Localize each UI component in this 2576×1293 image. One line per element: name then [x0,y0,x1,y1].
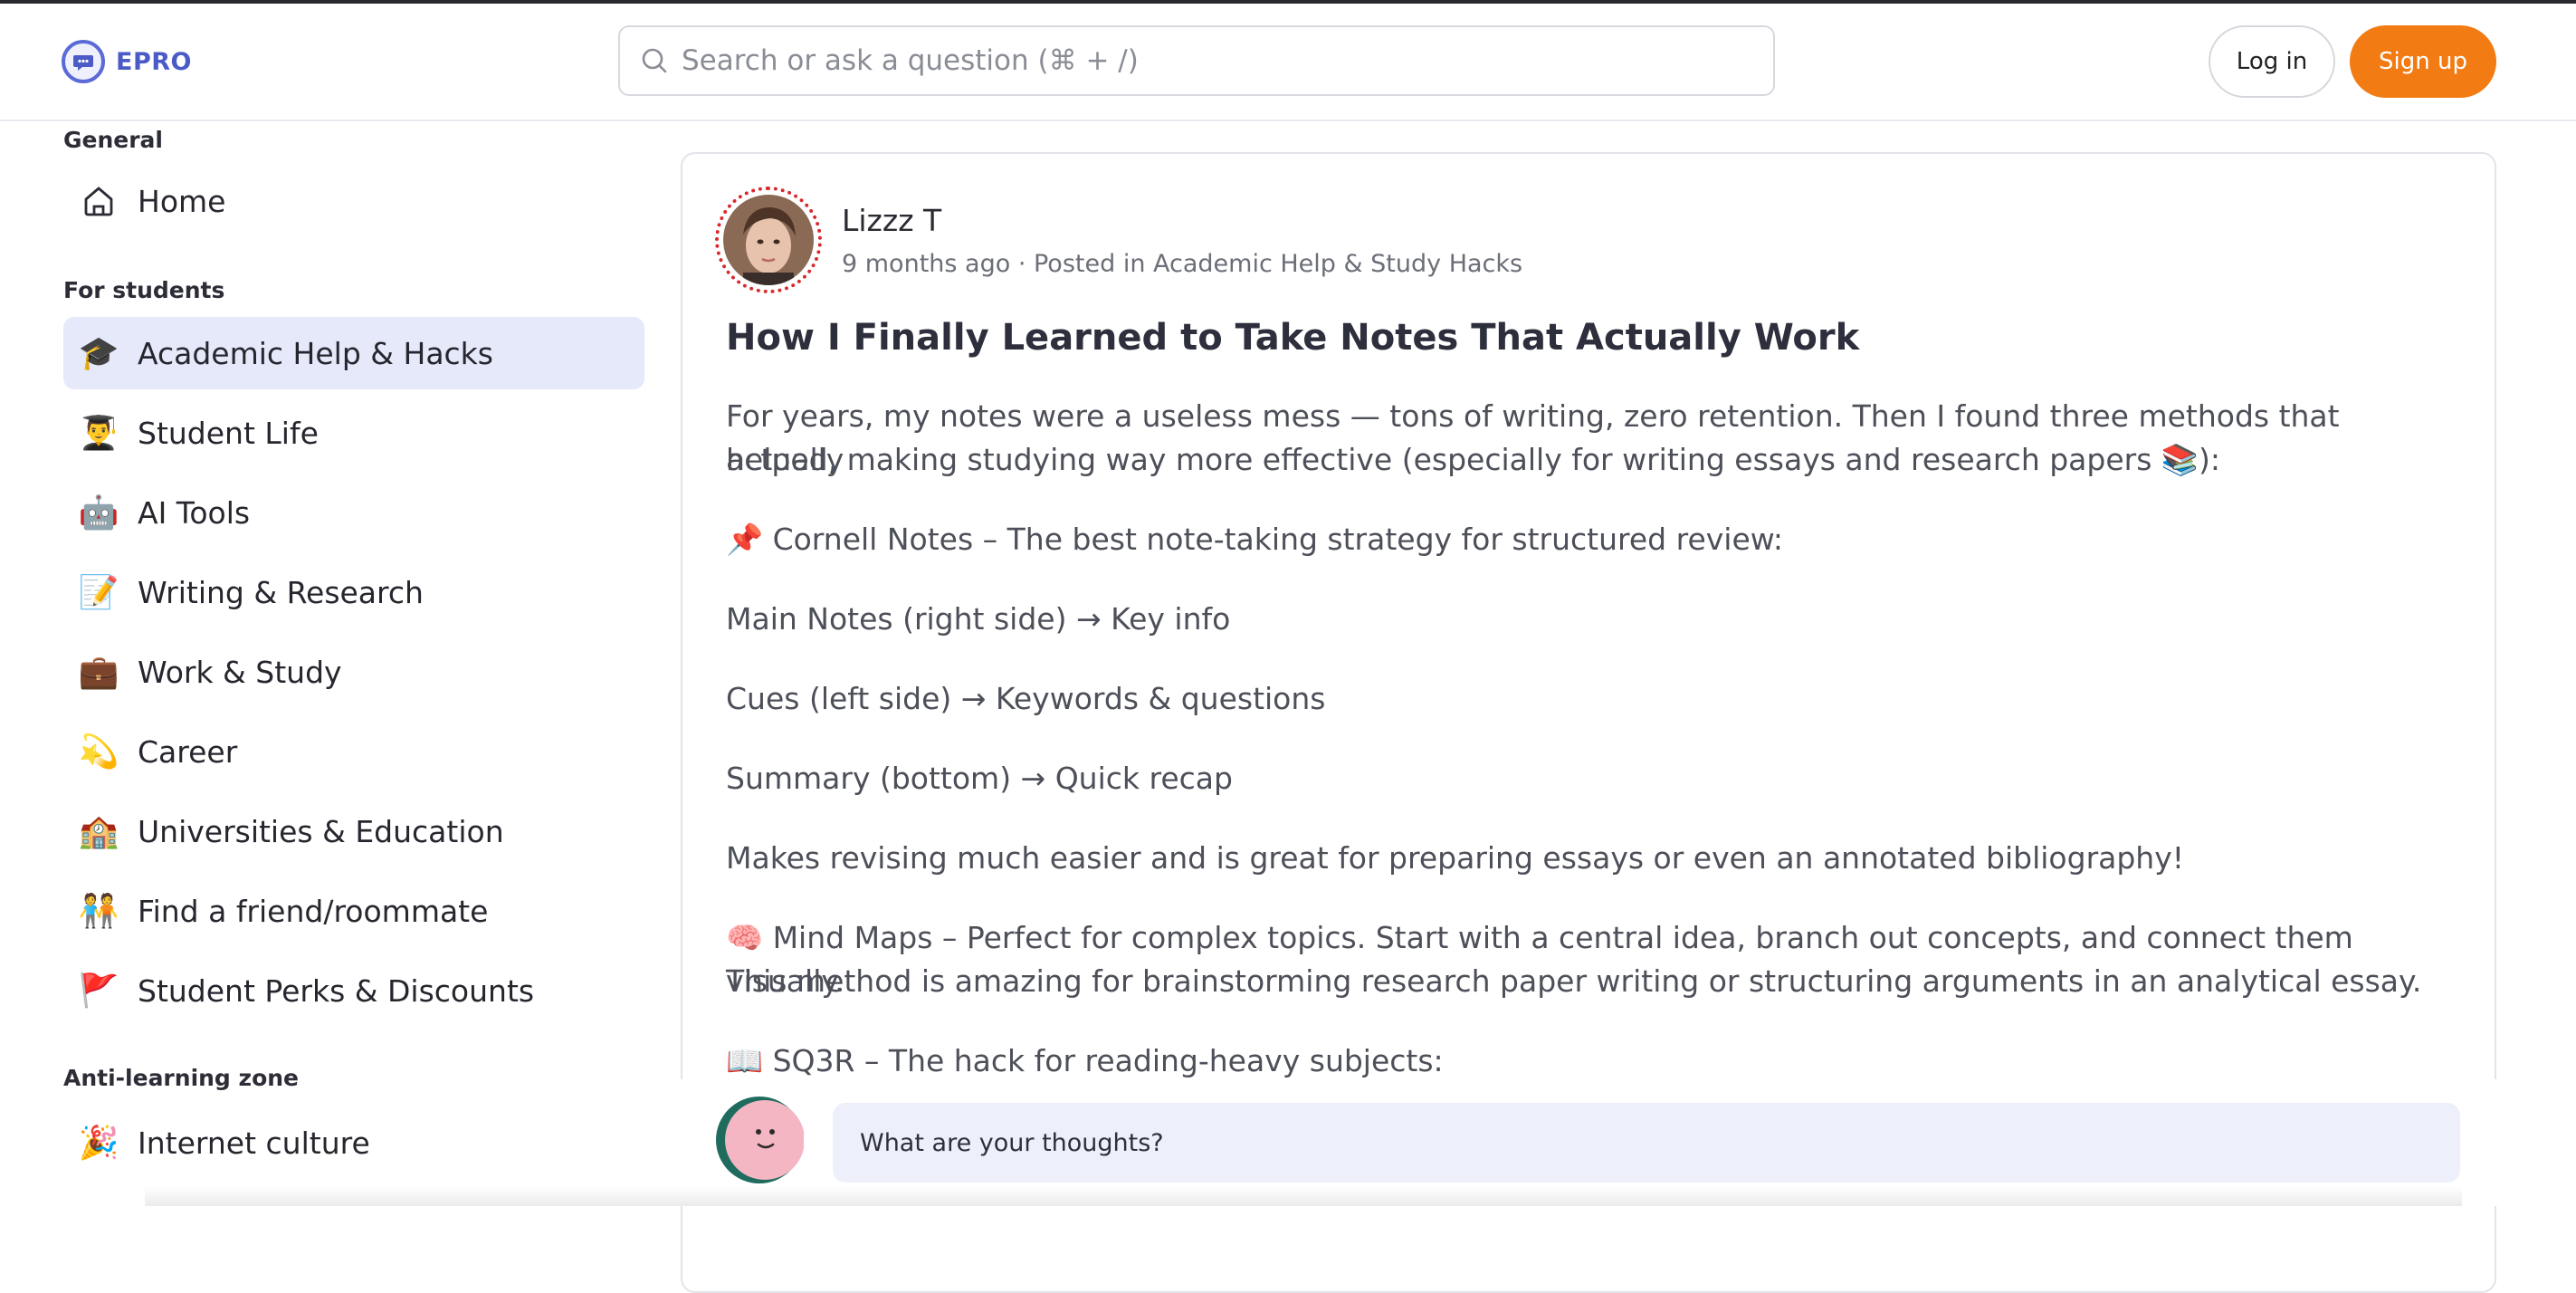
briefcase-icon: 💼 [78,654,119,691]
section-title-general: General [63,127,163,153]
sidebar-item-label: Home [138,183,226,219]
sidebar-item-label: Career [138,733,238,770]
home-icon [76,178,121,224]
sidebar-item-work-study[interactable]: 💼 Work & Study [63,636,644,708]
student-icon: 👨‍🎓 [78,415,119,452]
avatar [723,195,814,285]
sidebar-item-label: Work & Study [138,654,342,690]
author-name[interactable]: Lizzz T [842,203,941,238]
post-summary: Summary (bottom) → Quick recap [726,761,1233,796]
post-main-notes: Main Notes (right side) → Key info [726,601,1231,637]
section-title-students: For students [63,277,225,303]
sidebar-item-career[interactable]: 💫 Career [63,715,644,788]
sidebar-item-student-life[interactable]: 👨‍🎓 Student Life [63,397,644,469]
section-title-anti-learning: Anti-learning zone [63,1065,300,1091]
dizzy-star-icon: 💫 [78,733,119,771]
sidebar-item-label: Universities & Education [138,813,504,849]
login-button[interactable]: Log in [2209,25,2335,98]
comment-input[interactable] [833,1103,2460,1183]
search-input[interactable] [680,43,1751,78]
search-box[interactable] [618,25,1775,96]
sidebar-item-find-friend[interactable]: 🧑‍🤝‍🧑 Find a friend/roommate [63,875,644,947]
post-intro-line-2: helped, making studying way more effecti… [726,442,2220,477]
sidebar-item-label: AI Tools [138,494,251,531]
user-avatar [715,1096,805,1184]
sidebar-item-label: Writing & Research [138,574,424,610]
sidebar-item-label: Internet culture [138,1125,370,1161]
bottom-shadow [145,1186,2462,1206]
sidebar-item-student-perks[interactable]: 🚩 Student Perks & Discounts [63,954,644,1027]
red-flag-icon: 🚩 [78,972,119,1010]
post-makes-revising: Makes revising much easier and is great … [726,840,2184,876]
search-icon [642,48,667,73]
post-meta: 9 months ago · Posted in Academic Help &… [842,250,1523,278]
post-cues: Cues (left side) → Keywords & questions [726,681,1326,716]
sidebar-item-universities[interactable]: 🏫 Universities & Education [63,795,644,867]
sidebar-item-writing-research[interactable]: 📝 Writing & Research [63,556,644,628]
post-title: How I Finally Learned to Take Notes That… [726,317,1860,359]
sidebar-item-label: Student Life [138,415,319,451]
robot-icon: 🤖 [78,494,119,532]
post-cornell-heading: 📌 Cornell Notes – The best note-taking s… [726,522,1784,557]
sidebar-item-label: Student Perks & Discounts [138,972,535,1009]
sidebar-item-label: Find a friend/roommate [138,893,489,929]
sidebar-item-ai-tools[interactable]: 🤖 AI Tools [63,476,644,549]
brand-logo[interactable]: EPRO [62,40,192,83]
party-popper-icon: 🎉 [78,1125,119,1162]
signup-button[interactable]: Sign up [2350,25,2496,98]
sidebar-item-academic-help[interactable]: 🎓 Academic Help & Hacks [63,317,644,389]
post-sq3r-heading: 📖 SQ3R – The hack for reading-heavy subj… [726,1043,1444,1078]
memo-icon: 📝 [78,574,119,611]
top-header: EPRO Log in Sign up [0,4,2576,121]
sidebar-item-internet-culture[interactable]: 🎉 Internet culture [63,1106,644,1179]
sidebar: General Home For students 🎓 Academic Hel… [0,121,652,1206]
post-mindmaps-line-2: This method is amazing for brainstorming… [726,963,2422,999]
school-building-icon: 🏫 [78,813,119,850]
chat-bubble-icon [62,40,105,83]
sidebar-item-home[interactable]: Home [63,165,644,237]
sidebar-item-label: Academic Help & Hacks [138,335,493,371]
author-avatar[interactable] [715,187,822,293]
people-holding-hands-icon: 🧑‍🤝‍🧑 [78,893,119,930]
graduation-cap-icon: 🎓 [78,335,119,372]
brand-name: EPRO [116,47,192,76]
